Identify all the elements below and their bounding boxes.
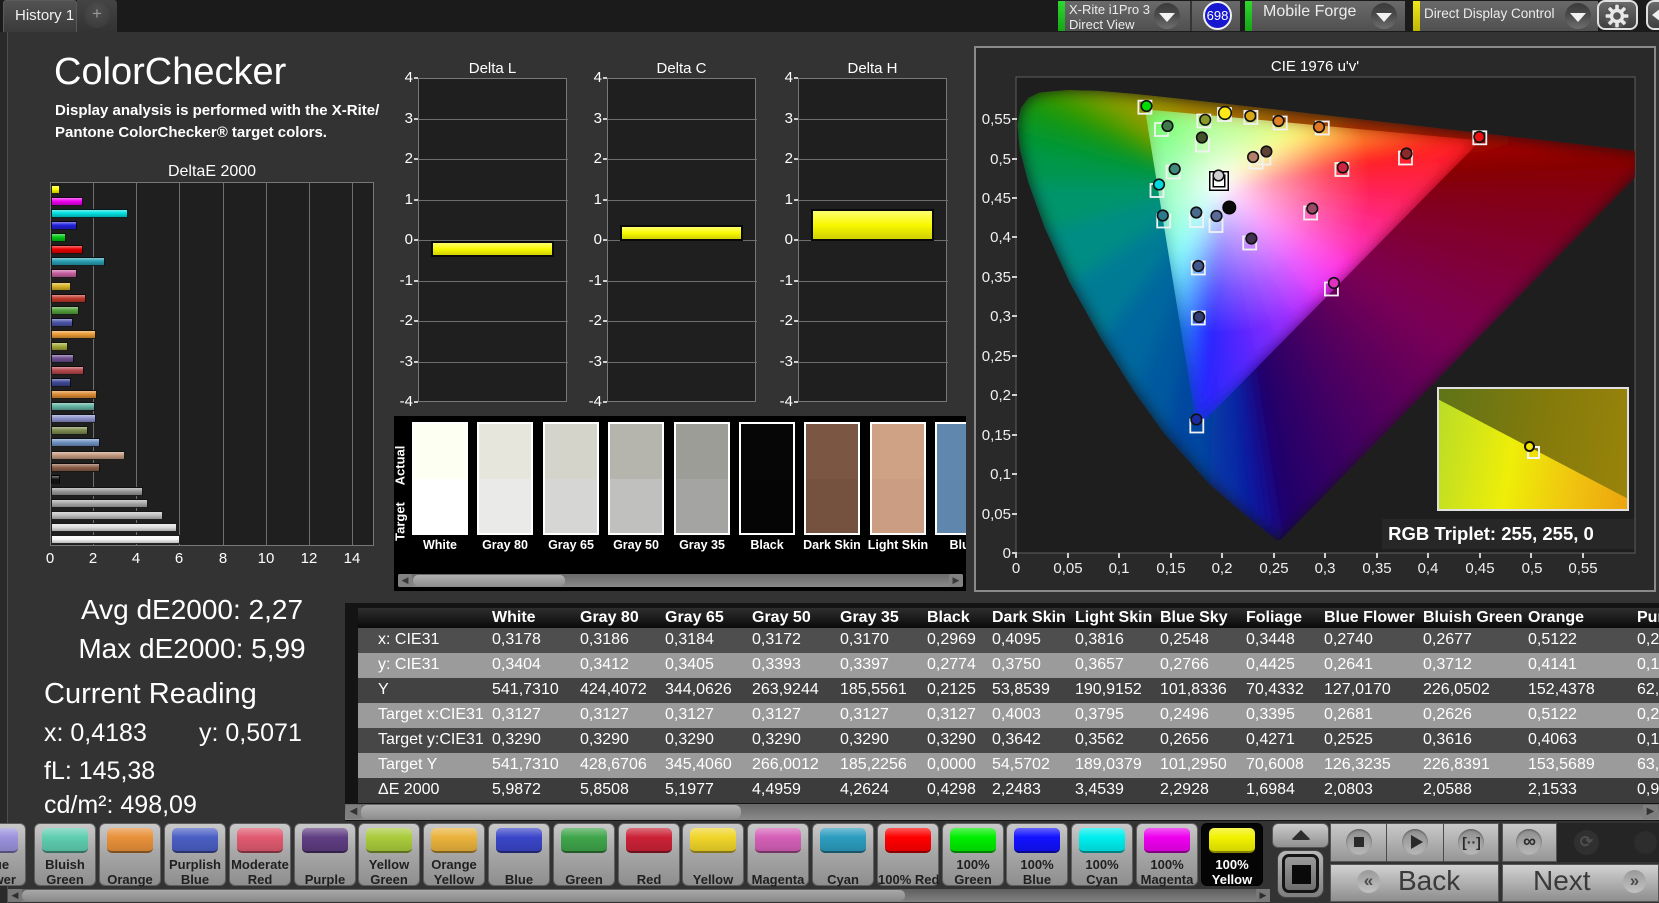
svg-text:0,35: 0,35 bbox=[982, 269, 1011, 286]
svg-text:0,35: 0,35 bbox=[1362, 560, 1391, 577]
svg-text:0,45: 0,45 bbox=[982, 190, 1011, 207]
svg-text:0,2: 0,2 bbox=[990, 387, 1011, 404]
svg-text:0,3: 0,3 bbox=[990, 308, 1011, 325]
svg-text:0,25: 0,25 bbox=[982, 348, 1011, 365]
svg-text:0,1: 0,1 bbox=[990, 466, 1011, 483]
svg-text:0,05: 0,05 bbox=[982, 506, 1011, 523]
svg-text:0,4: 0,4 bbox=[990, 229, 1011, 246]
svg-text:0,55: 0,55 bbox=[982, 111, 1011, 128]
svg-text:0,55: 0,55 bbox=[1568, 560, 1597, 577]
svg-text:0,2: 0,2 bbox=[1212, 560, 1233, 577]
svg-text:0,1: 0,1 bbox=[1109, 560, 1130, 577]
svg-text:0,5: 0,5 bbox=[990, 151, 1011, 168]
svg-text:0,05: 0,05 bbox=[1053, 560, 1082, 577]
svg-text:0: 0 bbox=[1012, 560, 1020, 577]
svg-text:0,25: 0,25 bbox=[1259, 560, 1288, 577]
svg-text:0,15: 0,15 bbox=[1156, 560, 1185, 577]
svg-text:0: 0 bbox=[1003, 545, 1011, 562]
svg-text:0,4: 0,4 bbox=[1418, 560, 1439, 577]
svg-text:0,3: 0,3 bbox=[1315, 560, 1336, 577]
svg-text:0,5: 0,5 bbox=[1522, 560, 1543, 577]
svg-text:0,45: 0,45 bbox=[1465, 560, 1494, 577]
svg-text:0,15: 0,15 bbox=[982, 427, 1011, 444]
